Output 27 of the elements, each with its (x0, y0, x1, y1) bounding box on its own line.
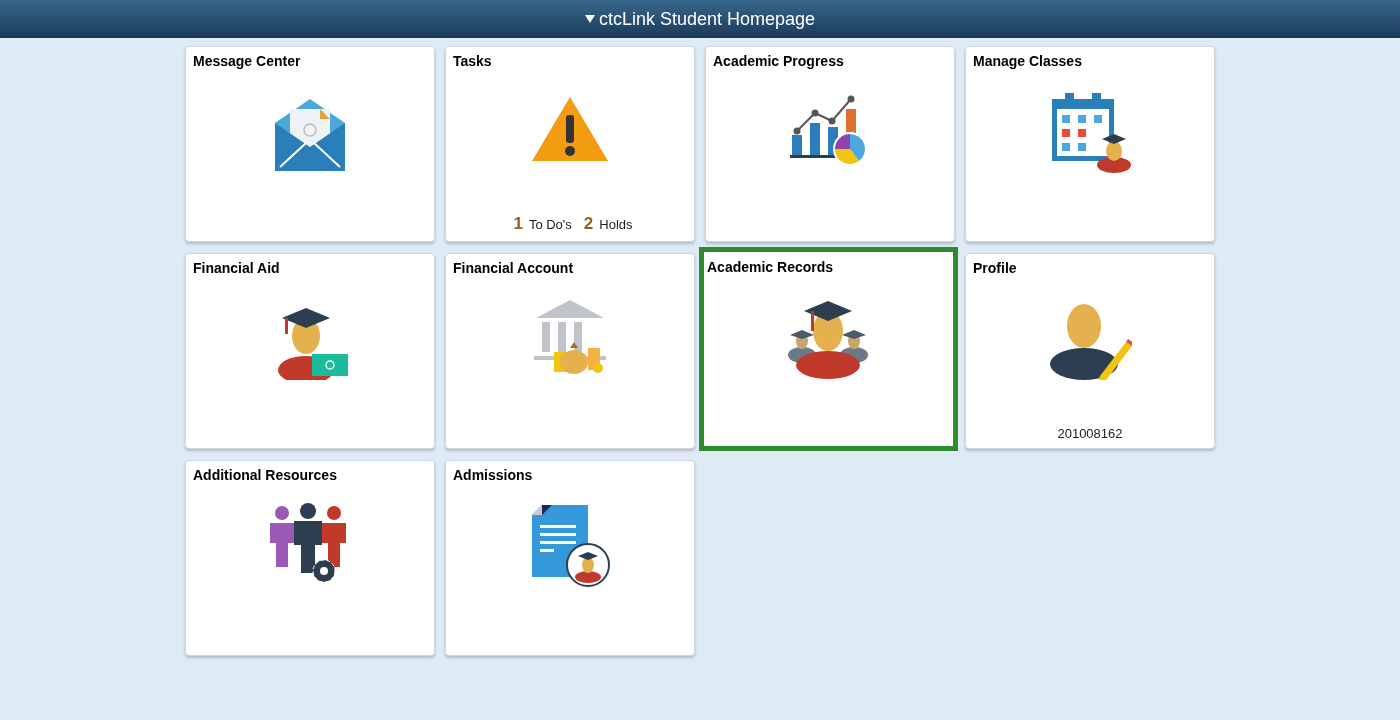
tile[interactable]: Financial Aid (185, 253, 435, 449)
tile-title: Manage Classes (973, 53, 1083, 69)
count-label: Holds (599, 217, 633, 232)
tile[interactable]: Message Center (185, 46, 435, 242)
tile[interactable]: Academic Records (699, 247, 958, 451)
tile-title: Admissions (453, 467, 534, 483)
tile[interactable]: Profile 201008162 (965, 253, 1215, 449)
student-id: 201008162 (1057, 426, 1123, 441)
tile[interactable]: Academic Progress (705, 46, 955, 242)
tile-title: Additional Resources (193, 467, 338, 483)
tile[interactable]: Additional Resources (185, 460, 435, 656)
count-number: 1 (513, 214, 523, 234)
caret-icon (584, 15, 595, 23)
tile[interactable]: Admissions (445, 460, 695, 656)
tile-title: Tasks (453, 53, 493, 69)
count-label: To Do's (528, 217, 572, 232)
tile[interactable]: Tasks 1 To Do's 2 Holds (445, 46, 695, 242)
tile-title: Academic Progress (713, 53, 845, 69)
tile[interactable]: Financial Account (445, 253, 695, 449)
tile-title: Profile (973, 260, 1018, 276)
tile-title: Financial Account (453, 260, 575, 276)
tile[interactable]: Manage Classes (965, 46, 1215, 242)
homepage-selector[interactable]: ctcLink Student Homepage (580, 6, 820, 32)
tile-title: Academic Records (707, 259, 835, 275)
count-number: 2 (583, 214, 594, 234)
tile-title: Message Center (193, 53, 302, 69)
tile-title: Financial Aid (193, 260, 281, 276)
